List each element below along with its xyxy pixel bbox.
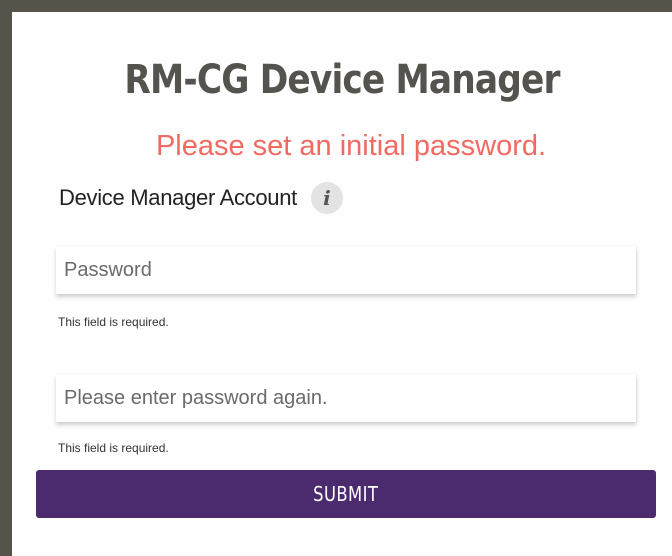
password-required-hint: This field is required. (58, 315, 169, 329)
login-panel: RM-CG Device Manager Please set an initi… (0, 0, 672, 556)
submit-button[interactable]: SUBMIT (36, 470, 656, 518)
page-title: RM-CG Device Manager (124, 57, 560, 103)
alert-message: Please set an initial password. (155, 130, 547, 162)
panel-border-top (0, 0, 672, 12)
confirm-password-field[interactable] (56, 374, 636, 422)
confirm-password-required-hint: This field is required. (58, 441, 169, 455)
account-section-label: Device Manager Account (59, 185, 297, 210)
submit-button-label: SUBMIT (313, 482, 379, 506)
info-icon[interactable]: i (310, 182, 343, 214)
account-section-header: Device Manager Account i (59, 180, 343, 216)
panel-border-left (0, 0, 12, 556)
password-field[interactable] (56, 246, 636, 294)
